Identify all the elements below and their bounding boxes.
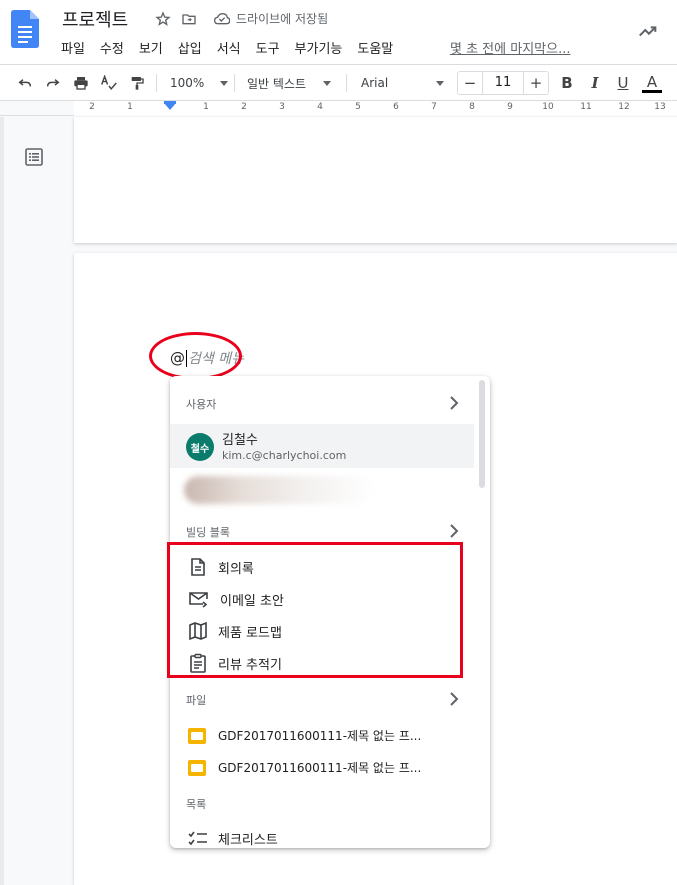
ruler-label: 4 [317,102,323,112]
file-name: GDF2017011600111-제목 없는 프... [218,729,422,743]
chevron-right-icon[interactable] [448,396,460,410]
menu-format[interactable]: 서식 [217,38,241,57]
document-page[interactable] [74,117,677,243]
text-color-label: A [646,72,658,91]
redo-icon [46,79,60,87]
ruler-label: 5 [355,102,361,112]
ruler-label: 9 [507,102,513,112]
font-size-stepper: − 11 + [457,71,549,95]
star-icon[interactable] [154,10,172,28]
ruler-label: 6 [393,102,399,112]
menu-tools[interactable]: 도구 [256,38,280,57]
menu-bar: 파일 수정 보기 삽입 서식 도구 부가기능 도움말 [61,38,408,57]
google-docs-logo-icon[interactable] [11,10,39,48]
activity-trend-icon[interactable] [637,20,659,42]
annotation-highlight-box [167,542,463,678]
file-suggestion[interactable]: GDF2017011600111-제목 없는 프... [188,759,421,776]
underline-button[interactable]: U [612,72,634,94]
section-header-lists: 목록 [186,798,207,811]
file-suggestion[interactable]: GDF2017011600111-제목 없는 프... [188,727,421,744]
spellcheck-button[interactable] [98,72,120,94]
chevron-down-icon [220,80,229,86]
move-folder-icon[interactable] [180,10,198,28]
menu-edit[interactable]: 수정 [100,38,124,57]
annotation-highlight-ellipse [149,332,242,380]
ruler-label: 10 [542,102,554,112]
file-name: GDF2017011600111-제목 없는 프... [218,761,422,775]
redo-button[interactable] [42,72,64,94]
toolbar-separator [156,74,157,92]
undo-button[interactable] [14,72,36,94]
paint-format-icon [131,77,144,90]
left-scroll-strip [0,117,4,885]
zoom-dropdown[interactable]: 100% [170,72,229,94]
chevron-right-icon[interactable] [448,692,460,706]
font-size-input[interactable]: 11 [482,72,524,94]
cloud-done-icon [214,12,230,24]
section-header-building-blocks: 빌딩 블록 [186,526,230,539]
formatting-toolbar: 100% 일반 텍스트 Arial − 11 + B I U A [0,64,677,101]
font-dropdown[interactable]: Arial [361,72,451,94]
chevron-down-icon [323,80,332,86]
menu-addons[interactable]: 부가기능 [295,38,343,57]
menu-view[interactable]: 보기 [139,38,163,57]
blurred-user-row[interactable] [184,476,374,504]
checklist-icon [188,831,207,845]
left-indent-handle[interactable] [164,103,176,110]
user-email: kim.c@charlychoi.com [222,449,347,462]
horizontal-ruler[interactable]: 2 1 1 2 3 4 5 6 7 8 9 10 11 12 13 [0,101,677,116]
section-header-files: 파일 [186,694,207,707]
title-actions [154,10,198,28]
bold-button[interactable]: B [556,72,578,94]
paint-format-button[interactable] [126,72,148,94]
print-icon [74,77,88,90]
ruler-label: 11 [580,102,592,112]
document-outline-icon[interactable] [24,147,44,167]
list-item-label: 체크리스트 [218,833,278,848]
ruler-label: 12 [618,102,630,112]
save-status-text: 드라이브에 저장됨 [236,12,329,26]
chevron-down-icon [436,80,445,86]
ruler-label: 1 [203,102,209,112]
text-color-button[interactable]: A [641,72,663,94]
spellcheck-icon [101,75,117,90]
avatar: 철수 [186,433,214,461]
slides-icon [188,759,206,776]
list-item-checklist[interactable]: 체크리스트 [188,829,278,848]
ruler-label: 3 [279,102,285,112]
ruler-label: 13 [654,102,666,112]
chevron-right-icon[interactable] [448,524,460,538]
print-button[interactable] [70,72,92,94]
save-status[interactable]: 드라이브에 저장됨 [214,10,328,27]
section-header-users: 사용자 [186,398,217,411]
italic-button[interactable]: I [584,72,606,94]
document-title[interactable]: 프로젝트 [62,6,128,32]
ruler-label: 1 [127,102,133,112]
text-color-swatch [642,89,662,93]
increase-font-size-button[interactable]: + [524,74,548,92]
last-edit-link[interactable]: 몇 초 전에 마지막으... [450,38,570,57]
menu-file[interactable]: 파일 [61,38,85,57]
menu-scrollbar[interactable] [479,380,485,488]
toolbar-separator [346,74,347,92]
ruler-label: 2 [89,102,95,112]
font-value: Arial [361,76,389,90]
toolbar-separator [234,74,235,92]
decrease-font-size-button[interactable]: − [458,74,482,92]
menu-insert[interactable]: 삽입 [178,38,202,57]
ruler-label: 2 [241,102,247,112]
ruler-label: 7 [431,102,437,112]
user-name: 김철수 [222,433,258,448]
undo-icon [18,79,32,87]
zoom-value: 100% [170,76,205,90]
menu-help[interactable]: 도움말 [357,38,393,57]
slides-icon [188,727,206,744]
paragraph-style-value: 일반 텍스트 [247,76,307,91]
ruler-label: 8 [469,102,475,112]
app-header: 프로젝트 드라이브에 저장됨 파일 수정 보기 삽입 서식 도구 부가기능 도움… [0,0,677,64]
paragraph-style-dropdown[interactable]: 일반 텍스트 [247,72,337,94]
